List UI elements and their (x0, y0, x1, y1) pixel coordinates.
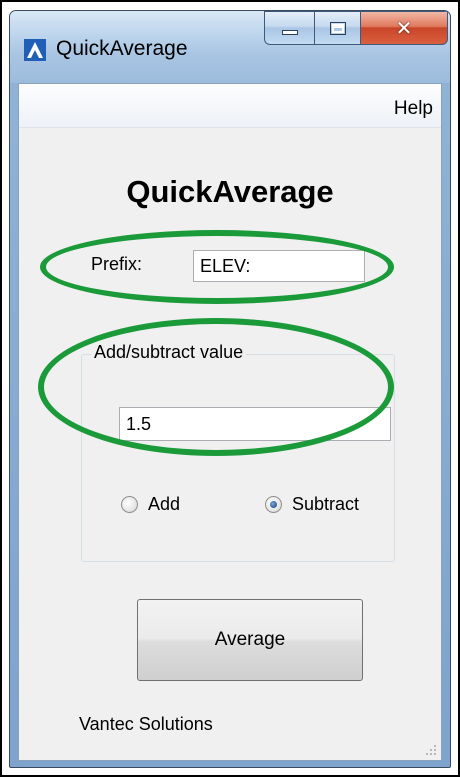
client-area: Help QuickAverage Prefix: Add/subtract v… (18, 83, 442, 761)
minimize-icon (281, 29, 298, 35)
groupbox-title: Add/subtract value (91, 342, 247, 363)
minimize-button[interactable] (264, 11, 314, 45)
radio-add-label: Add (148, 494, 181, 514)
window-title: QuickAverage (56, 37, 188, 60)
prefix-label: Prefix: (91, 254, 143, 274)
footer-company: Vantec Solutions (79, 714, 213, 734)
app-window: QuickAverage ✕ Help QuickAverage Prefix:… (9, 10, 451, 768)
close-button[interactable]: ✕ (360, 11, 448, 45)
resize-grip-icon[interactable] (425, 744, 437, 756)
close-icon: ✕ (395, 16, 413, 40)
radio-add-circle[interactable] (121, 496, 138, 513)
maximize-button[interactable] (314, 11, 360, 45)
radio-subtract-circle[interactable] (265, 496, 282, 513)
menu-bar: Help (19, 84, 441, 128)
prefix-input[interactable] (193, 250, 365, 282)
radio-subtract-label: Subtract (292, 494, 360, 514)
caption-buttons: ✕ (264, 11, 448, 45)
radio-subtract[interactable]: Subtract (265, 494, 359, 515)
radio-add[interactable]: Add (121, 494, 180, 515)
add-subtract-groupbox (81, 354, 395, 562)
app-logo-icon (24, 39, 46, 61)
maximize-icon (329, 21, 346, 35)
average-button[interactable]: Average (137, 599, 363, 681)
value-input[interactable] (119, 407, 391, 441)
title-bar[interactable]: QuickAverage ✕ (10, 11, 450, 83)
menu-item-help[interactable]: Help (394, 98, 433, 120)
form-heading: QuickAverage (126, 174, 334, 209)
